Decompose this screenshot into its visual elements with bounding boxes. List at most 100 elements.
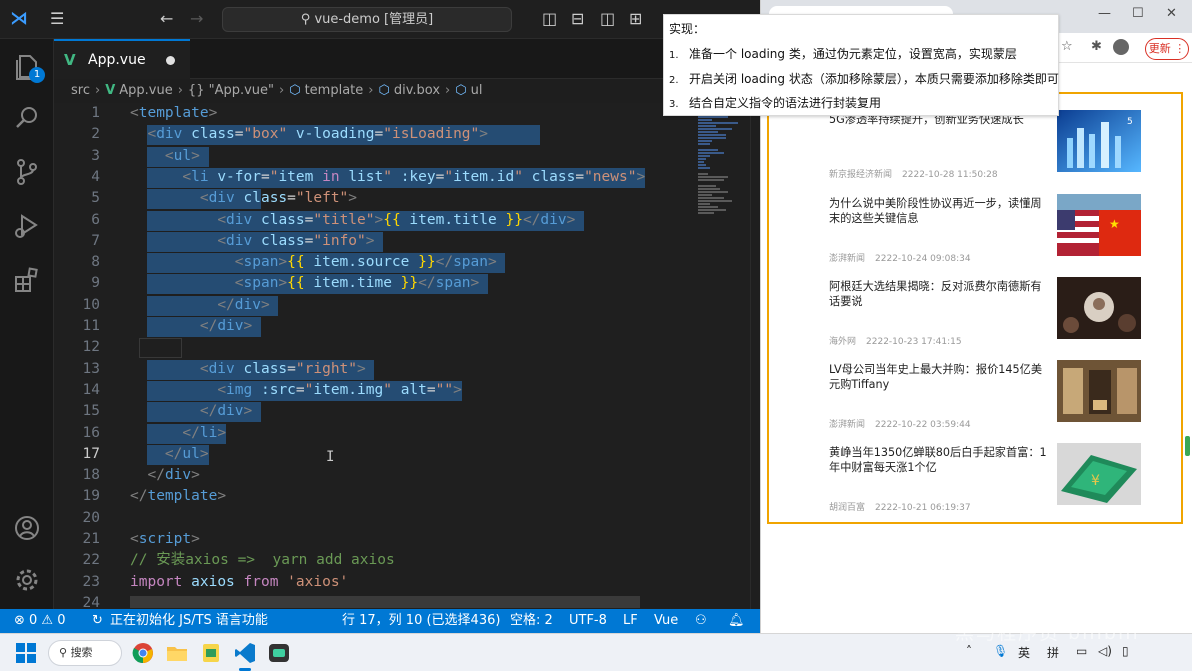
cursor-position-status[interactable]: 行 17，列 10 (已选择436)	[342, 609, 500, 633]
language-mode-status[interactable]: Vue	[654, 609, 678, 633]
maximize-icon[interactable]: ☐	[1132, 6, 1144, 21]
toggle-secondary-sidebar-icon[interactable]: ◫	[600, 10, 615, 28]
cube-icon: ⬡	[289, 83, 301, 98]
file-explorer-icon[interactable]	[165, 641, 189, 665]
breadcrumb-ul[interactable]: ul	[471, 80, 483, 102]
list-item[interactable]: 5G渗透率持续提升，创新业务快速成长 新京报经济新闻 2222-10-28 11:…	[769, 110, 1181, 192]
code-line[interactable]: 3 <ul>	[54, 146, 694, 167]
code-line[interactable]: 16 </li>	[54, 423, 694, 444]
language-init-status[interactable]: 正在初始化 JS/TS 语言功能	[110, 609, 268, 633]
back-arrow-icon[interactable]: ←	[160, 10, 173, 28]
implementation-note: 实现： 1. 准备一个 loading 类，通过伪元素定位，设置宽高，实现蒙层 2…	[663, 14, 1059, 116]
code-line[interactable]: 12	[54, 337, 694, 359]
unsaved-dot-icon[interactable]	[166, 56, 175, 65]
code-line[interactable]: 8 <span>{{ item.source }}</span>	[54, 252, 694, 274]
code-line[interactable]: 23 import axios from 'axios'	[54, 572, 694, 593]
update-button[interactable]: 更新 ⋮	[1145, 38, 1189, 60]
eol-status[interactable]: LF	[623, 609, 638, 633]
code-line[interactable]: 7 <div class="info">	[54, 231, 694, 252]
line-number: 2	[91, 126, 100, 143]
problems-status[interactable]: ⊗ 0 ⚠ 0	[14, 609, 66, 633]
code-text: <span>{{ item.source }}</span>	[234, 254, 497, 271]
encoding-status[interactable]: UTF-8	[569, 609, 607, 633]
breadcrumb-object[interactable]: {} "App.vue"	[188, 80, 274, 102]
code-line[interactable]: 9 <span>{{ item.time }}</span>	[54, 273, 694, 295]
extensions-puzzle-icon[interactable]: ✱	[1091, 39, 1102, 54]
network-icon[interactable]: ▭	[1076, 644, 1087, 658]
code-line[interactable]: 22 // 安装axios => yarn add axios	[54, 550, 694, 571]
minimap[interactable]	[694, 103, 750, 609]
microphone-icon[interactable]: 🎙︎	[993, 644, 1008, 658]
feedback-icon[interactable]: ⚇	[695, 609, 707, 633]
horizontal-scrollbar[interactable]	[130, 596, 640, 608]
breadcrumb-file[interactable]: App.vue	[119, 80, 172, 102]
account-icon[interactable]	[12, 513, 42, 543]
extensions-icon[interactable]	[12, 265, 42, 295]
customize-layout-icon[interactable]: ⊞	[629, 10, 642, 28]
code-line[interactable]: 6 <div class="title">{{ item.title }}</d…	[54, 210, 694, 231]
ime-language-indicator[interactable]: 英	[1018, 644, 1030, 661]
settings-gear-icon[interactable]	[12, 565, 42, 595]
volume-icon[interactable]: ◁)	[1098, 644, 1112, 658]
windows-start-icon[interactable]	[14, 641, 38, 665]
forward-arrow-icon[interactable]: →	[190, 10, 203, 28]
close-icon[interactable]: ✕	[1166, 6, 1177, 21]
source-control-icon[interactable]	[12, 157, 42, 187]
code-line[interactable]: 10 </div>	[54, 295, 694, 316]
minimap-line	[698, 206, 718, 208]
code-line[interactable]: 1 <template>	[54, 103, 694, 124]
profile-avatar-icon[interactable]	[1113, 39, 1129, 55]
code-line[interactable]: 21 <script>	[54, 529, 694, 550]
breadcrumb-template[interactable]: template	[305, 80, 364, 102]
list-item[interactable]: 阿根廷大选结果揭晓：反对派费尔南德斯有话要说 海外网 2222-10-23 17:…	[769, 277, 1181, 359]
list-item[interactable]: LV母公司当年史上最大并购：报价145亿美元购Tiffany 澎湃新闻 2222-…	[769, 360, 1181, 442]
chevron-up-icon[interactable]: ˄	[966, 644, 972, 658]
line-number: 20	[82, 509, 100, 526]
code-line[interactable]: 14 <img :src="item.img" alt="">	[54, 380, 694, 401]
code-line[interactable]: 4 <li v-for="item in list" :key="item.id…	[54, 167, 694, 188]
code-text: </div>	[217, 296, 270, 313]
minimize-icon[interactable]: —	[1098, 6, 1111, 21]
chrome-icon[interactable]	[131, 641, 155, 665]
search-icon[interactable]	[12, 103, 42, 133]
line-number: 1	[91, 105, 100, 121]
breadcrumb-src[interactable]: src	[71, 80, 90, 102]
code-line[interactable]: 20	[54, 508, 694, 529]
bookmark-star-icon[interactable]: ☆	[1061, 39, 1073, 54]
vertical-scrollbar[interactable]	[750, 103, 760, 609]
code-line[interactable]: 19 </template>	[54, 486, 694, 507]
line-number: 23	[82, 573, 100, 590]
code-line[interactable]: 13 <div class="right">	[54, 359, 694, 380]
list-item[interactable]: 为什么说中美阶段性协议再近一步，读懂周末的这些关键信息 澎湃新闻 2222-10-…	[769, 194, 1181, 276]
code-line[interactable]: 11 </div>	[54, 316, 694, 337]
chat-app-icon[interactable]	[267, 641, 291, 665]
code-line[interactable]: 15 </div>	[54, 401, 694, 423]
code-line[interactable]: 18 </div>	[54, 465, 694, 486]
code-editor[interactable]: 1 <template> 2 <div class="box" v-loading=…	[54, 103, 760, 609]
notification-bell-icon[interactable]: 🔔︎	[728, 609, 745, 633]
news-list: 5G渗透率持续提升，创新业务快速成长 新京报经济新闻 2222-10-28 11:…	[767, 92, 1183, 524]
selection-highlight	[138, 338, 183, 359]
code-line[interactable]: 2 <div class="box" v-loading="isLoading"…	[54, 124, 694, 146]
code-line[interactable]: 5 <div class="left">	[54, 188, 694, 210]
menu-icon[interactable]: ☰	[50, 10, 64, 28]
text-cursor-icon: I	[326, 449, 335, 465]
ime-mode-indicator[interactable]: 拼	[1047, 644, 1059, 661]
taskbar-search[interactable]: ⚲ 搜索	[48, 640, 122, 666]
breadcrumb-div-box[interactable]: div.box	[394, 80, 440, 102]
indentation-status[interactable]: 空格: 2	[510, 609, 553, 633]
command-center-search[interactable]: ⚲ vue-demo [管理员]	[222, 7, 512, 32]
battery-icon[interactable]: ▯	[1122, 644, 1129, 658]
tab-app-vue[interactable]: V App.vue	[54, 39, 190, 79]
minimap-line	[698, 155, 710, 157]
notes-app-icon[interactable]	[199, 641, 223, 665]
toggle-sidebar-icon[interactable]: ◫	[542, 10, 557, 28]
code-line[interactable]: 17 </ul>	[54, 444, 694, 465]
page-scrollbar[interactable]	[1185, 436, 1190, 456]
toggle-panel-icon[interactable]: ⊟	[571, 10, 584, 28]
run-debug-icon[interactable]	[12, 211, 42, 241]
vscode-taskbar-icon[interactable]	[233, 641, 257, 671]
explorer-icon[interactable]: 1	[12, 51, 45, 83]
code-text: </div>	[199, 318, 253, 334]
list-item[interactable]: 黄峥当年1350亿蝉联80后白手起家首富：1年中财富每天涨1个亿 胡润百富 222…	[769, 443, 1181, 522]
